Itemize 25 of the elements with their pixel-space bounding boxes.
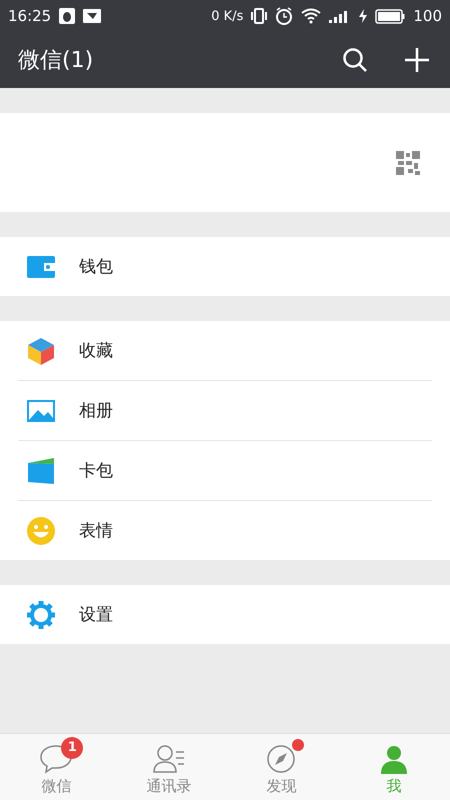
battery-level: 100 [413,7,442,25]
settings-icon [26,600,56,630]
network-speed: 0 K/s [211,8,244,24]
cube-icon [26,336,56,366]
vibrate-icon [251,8,268,24]
qr-code-icon [396,150,420,174]
alarm-icon [275,7,294,25]
clock-time: 16:25 [8,7,52,25]
smiley-icon [26,516,56,546]
battery-icon [375,8,406,24]
card-holder-icon [26,456,56,484]
search-button[interactable] [342,47,368,73]
search-icon [342,47,368,73]
charging-icon [359,9,368,23]
picture-frame-icon [26,398,56,422]
contacts-icon [152,744,186,774]
add-button[interactable] [404,47,430,73]
tab[interactable]: 1 微信 [0,734,112,800]
compass-icon [266,744,296,774]
plus-icon [404,47,430,73]
unread-badge: 1 [61,736,84,758]
wallet-icon [26,254,56,278]
person-icon [378,744,409,774]
app-title: 微信(1) [18,47,94,75]
wifi-icon [301,8,322,24]
